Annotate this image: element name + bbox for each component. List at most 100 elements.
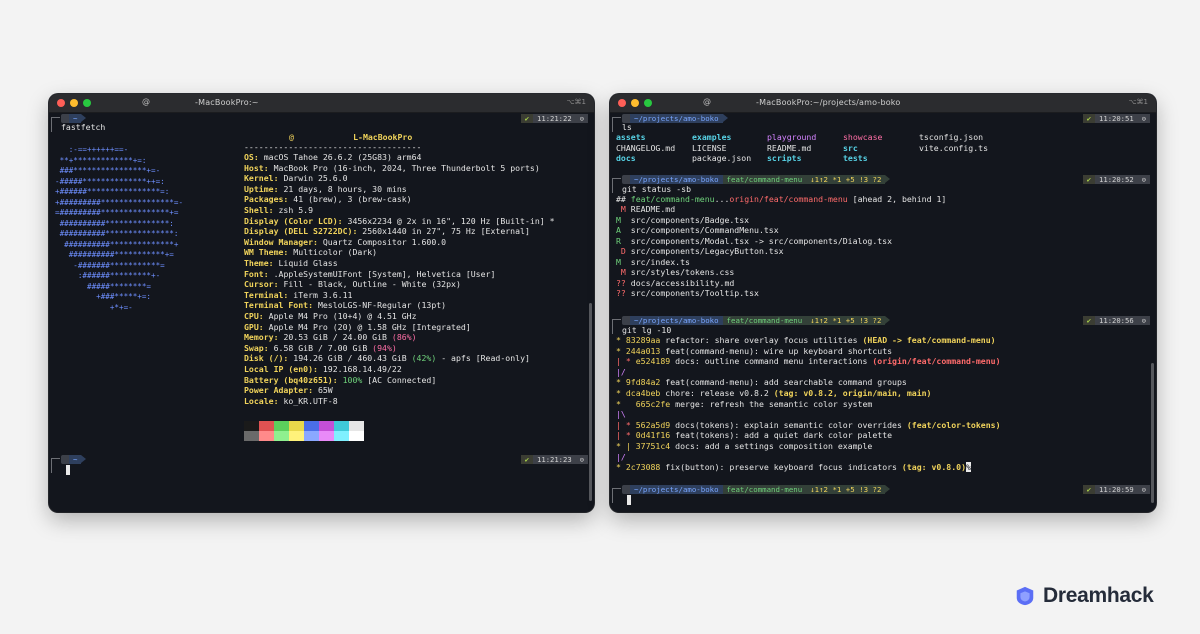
right-prompt: ✔ 11:20:56 ⊙ [1082, 315, 1150, 325]
ls-entry: playground [767, 132, 817, 142]
info-value: Apple M4 Pro (20) @ 1.58 GHz [Integrated… [263, 321, 471, 332]
commit-hash: e524189 [635, 356, 671, 367]
info-row: Window Manager: Quartz Compositor 1.600.… [244, 237, 446, 247]
log-line: | * 562a5d9 docs(tokens): explain semant… [616, 420, 1001, 430]
logo-line: +#########****************=- [55, 197, 184, 207]
status-line: D src/components/LegacyButton.tsx [616, 246, 784, 256]
commit-message: merge: refresh the semantic color system [670, 398, 873, 409]
close-button[interactable] [618, 99, 626, 107]
commit-message: feat(tokens): add a quiet dark color pal… [670, 430, 893, 441]
status-tail: [ahead 2, behind 1] [847, 194, 947, 204]
clock-icon: ⊙ [1137, 113, 1150, 123]
ls-entry: vite.config.ts [919, 142, 989, 153]
terminal-content[interactable]: ~ ✔ 11:21:22 ⊙ fastfetch :-==++++++==- *… [49, 113, 594, 512]
terminal-window-right[interactable]: @ -MacBookPro:~/projects/amo-boko ⌥⌘1 ~/… [610, 94, 1156, 512]
fetch-host: L-MacBookPro [353, 132, 413, 142]
clock-icon: ⊙ [575, 113, 588, 123]
info-key: Font: [244, 268, 269, 279]
fetch-separator: ------------------------------------ [244, 142, 422, 152]
scrollbar[interactable] [1151, 363, 1154, 503]
info-value: 21 days, 8 hours, 30 mins [278, 183, 407, 194]
palette-swatch [304, 421, 319, 431]
logo-line: +*+=- [55, 302, 133, 312]
commit-hash: 37751c4 [635, 441, 671, 451]
log-line: * dca4beb chore: release v0.8.2 (tag: v0… [616, 388, 932, 398]
info-row: Memory: 20.53 GiB / 24.00 GiB (86%) [244, 332, 417, 342]
info-row: Uptime: 21 days, 8 hours, 30 mins [244, 184, 407, 194]
status-line: M README.md [616, 204, 675, 214]
command-line: git status -sb [622, 184, 692, 194]
info-key: Theme: [244, 258, 274, 268]
palette-swatch [289, 431, 304, 441]
status-path: src/components/Tooltip.tsx [625, 288, 759, 298]
status-line: R src/components/Modal.tsx -> src/compon… [616, 236, 892, 246]
info-key: Display (DELL S2722DC): [244, 226, 358, 237]
zoom-button[interactable] [644, 99, 652, 107]
log-graph: * [616, 345, 626, 356]
text-cursor[interactable] [66, 465, 70, 475]
palette-swatch [319, 421, 334, 431]
minimize-button[interactable] [70, 99, 78, 107]
clock-icon: ⊙ [1137, 174, 1150, 184]
prompt-connector [612, 488, 621, 503]
title-bar[interactable]: @ -MacBookPro:~ ⌥⌘1 [49, 94, 594, 113]
logo-line: -#####**************++=: [55, 176, 165, 186]
commit-hash: 244a013 [625, 345, 661, 356]
minimize-button[interactable] [631, 99, 639, 107]
commit-message: chore: release v0.8.2 [660, 388, 774, 398]
info-value: MacBook Pro (16-inch, 2024, Three Thunde… [268, 162, 540, 173]
terminal-window-left[interactable]: @ -MacBookPro:~ ⌥⌘1 ~ ✔ 11:21:22 ⊙ fastf… [49, 94, 594, 512]
percent-mark: % [966, 462, 971, 473]
terminal-content[interactable]: ~/projects/amo-boko ✔ 11:20:51 ⊙ ls asse… [610, 113, 1156, 512]
close-button[interactable] [57, 99, 65, 107]
ls-entry: tests [843, 153, 868, 163]
commit-message: docs: outline command menu interactions [670, 356, 873, 367]
info-row: Host: MacBook Pro (16-inch, 2024, Three … [244, 163, 540, 173]
status-path: src/styles/tokens.css [625, 267, 735, 277]
log-graph: |/ [616, 366, 626, 377]
text-cursor[interactable] [627, 495, 631, 505]
prompt-connector [51, 458, 60, 473]
window-shortcut: ⌥⌘1 [566, 98, 586, 106]
status-prefix: ## [616, 194, 631, 204]
status-header: ## feat/command-menu...origin/feat/comma… [616, 194, 946, 204]
info-key: Local IP (en0): [244, 364, 318, 374]
commit-ref: (HEAD -> feat/command-menu) [862, 335, 996, 345]
git-branch: feat/command-menu [722, 484, 807, 494]
prompt-arrow [885, 485, 891, 493]
ls-entry: README.md [767, 142, 812, 153]
palette-swatch [244, 421, 259, 431]
prompt-arrow [81, 114, 87, 122]
info-key: Cursor: [244, 279, 279, 290]
info-value: macOS Tahoe 26.6.2 (25G83) arm64 [258, 152, 422, 162]
zoom-button[interactable] [83, 99, 91, 107]
prompt-time: 11:20:59 [1095, 484, 1138, 494]
log-line: | * e524189 docs: outline command menu i… [616, 356, 1001, 366]
prompt-time: 11:21:23 [533, 454, 576, 464]
prompt-directory: ~ [69, 454, 82, 464]
window-title: -MacBookPro:~/projects/amo-boko [756, 98, 901, 107]
palette-swatch [244, 431, 259, 441]
commit-hash: 83289aa [625, 335, 661, 345]
right-prompt: ✔ 11:21:22 ⊙ [520, 113, 588, 123]
info-row: Local IP (en0): 192.168.14.49/22 [244, 364, 402, 374]
log-graph: | * [616, 430, 636, 441]
title-bar[interactable]: @ -MacBookPro:~/projects/amo-boko ⌥⌘1 [610, 94, 1156, 113]
commit-ref: (tag: v0.8.0) [901, 462, 967, 473]
scrollbar[interactable] [589, 303, 592, 501]
fetch-header: @ L-MacBookPro [289, 132, 412, 142]
prompt-connector [612, 319, 621, 334]
prompt-arrow [722, 114, 728, 122]
commit-hash: 0d41f16 [635, 430, 671, 441]
log-graph: * | [616, 441, 636, 451]
status-code: M [616, 214, 626, 225]
logo-line: +######****************=: [55, 187, 170, 196]
prompt-time: 11:20:52 [1095, 174, 1138, 184]
commit-hash: 665c2fe [635, 398, 671, 409]
git-branch: feat/command-menu [722, 174, 807, 184]
tab-icon: @ [142, 97, 150, 106]
log-graph: * [616, 398, 636, 409]
info-key: OS: [244, 152, 259, 162]
status-ok-icon: ✔ [1082, 113, 1096, 123]
info-row: Display (Color LCD): 3456x2234 @ 2x in 1… [244, 216, 555, 226]
